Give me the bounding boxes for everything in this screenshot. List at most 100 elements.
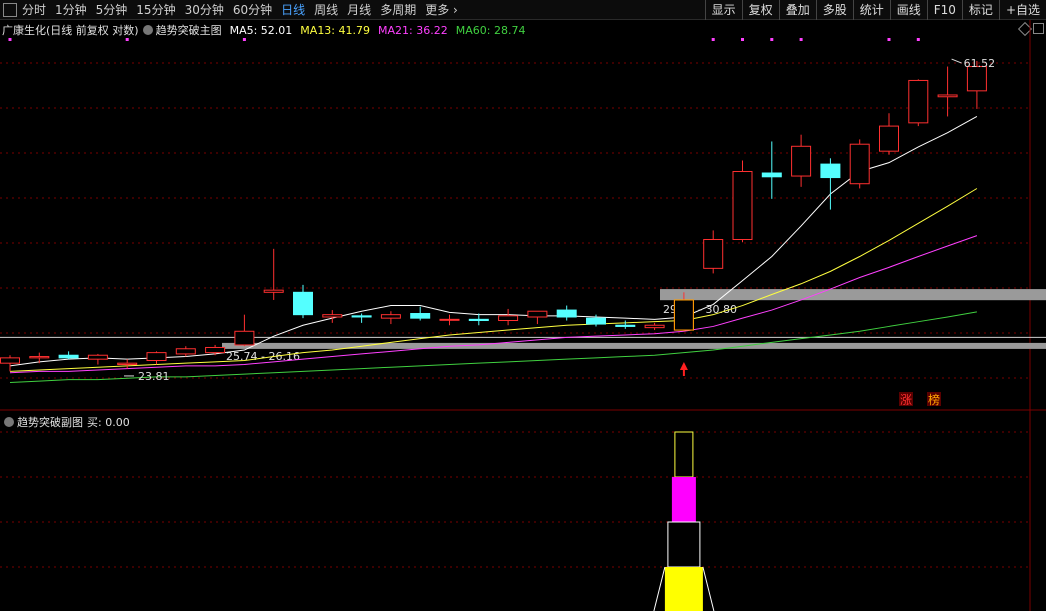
function-buttons: 显示 复权 叠加 多股 统计 画线 F10 标记 +自选 xyxy=(704,0,1046,20)
candle-body-5 xyxy=(146,352,167,362)
signal-dot-8 xyxy=(916,38,920,41)
candle-26 xyxy=(761,141,782,199)
candle-body-23 xyxy=(673,299,694,331)
resistance-zone xyxy=(660,289,1046,301)
period-tab-0[interactable]: 分时 xyxy=(22,0,46,20)
period-tab-8[interactable]: 月线 xyxy=(347,0,371,20)
high-marker-label: 61.52 xyxy=(964,57,996,70)
candle-body-19 xyxy=(556,309,577,318)
candle-24 xyxy=(703,230,724,274)
period-tabs: 分时 1分钟 5分钟 15分钟 30分钟 60分钟 日线 周线 月线 多周期 更多 › xyxy=(0,0,467,20)
candle-21 xyxy=(615,320,636,329)
ma5-line xyxy=(9,115,978,367)
period-tab-6[interactable]: 日线 xyxy=(281,0,305,20)
period-tab-10[interactable]: 更多 › xyxy=(425,0,458,20)
signal-dot-2 xyxy=(242,38,246,41)
candle-body-11 xyxy=(322,314,343,318)
sub-bar-white-outline xyxy=(667,521,701,568)
sub-bar-yellow xyxy=(664,567,703,611)
tag-upper: 榜 xyxy=(928,392,940,407)
candle-body-21 xyxy=(615,324,636,327)
period-tab-3[interactable]: 15分钟 xyxy=(136,0,175,20)
candle-8 xyxy=(234,314,255,347)
signal-dot-0 xyxy=(8,38,12,41)
candle-body-18 xyxy=(527,310,548,318)
sub-bar-left-diag xyxy=(653,566,666,611)
toolbar-button-5[interactable]: 画线 xyxy=(889,0,927,20)
candle-body-26 xyxy=(761,172,782,178)
period-tab-7[interactable]: 周线 xyxy=(314,0,338,20)
signal-dot-6 xyxy=(799,38,803,41)
candle-body-24 xyxy=(703,238,724,269)
candle-body-32 xyxy=(937,94,958,98)
signal-dot-5 xyxy=(770,38,774,41)
high-marker-line xyxy=(951,58,962,64)
period-tab-2[interactable]: 5分钟 xyxy=(96,0,128,20)
candle-body-7 xyxy=(205,346,226,354)
period-toolbar: 分时 1分钟 5分钟 15分钟 30分钟 60分钟 日线 周线 月线 多周期 更多 › 显示 复权 叠加… xyxy=(0,0,1046,20)
candle-18 xyxy=(527,310,548,325)
candle-6 xyxy=(175,346,196,357)
candle-body-28 xyxy=(820,163,841,179)
candle-14 xyxy=(410,306,431,321)
candle-12 xyxy=(351,313,372,323)
candle-body-22 xyxy=(644,324,665,329)
signal-dot-4 xyxy=(741,38,744,41)
candle-body-8 xyxy=(234,330,255,346)
kline-chart[interactable]: 29.78 - 30.8025.74 - 26.1623.8161.52涨榜 xyxy=(0,20,1046,611)
candle-2 xyxy=(58,351,79,360)
period-tab-9[interactable]: 多周期 xyxy=(380,0,416,20)
candle-0 xyxy=(0,355,20,372)
toolbar-button-7[interactable]: 标记 xyxy=(961,0,999,20)
tag-up: 涨 xyxy=(900,392,912,407)
candle-11 xyxy=(322,310,343,323)
candle-body-14 xyxy=(410,313,431,319)
candle-body-13 xyxy=(380,314,401,319)
candle-body-10 xyxy=(293,291,313,316)
candle-body-0 xyxy=(0,357,20,364)
candle-31 xyxy=(908,79,929,127)
candle-27 xyxy=(791,134,812,187)
candle-4 xyxy=(117,359,138,369)
signal-dot-3 xyxy=(711,38,715,41)
candle-body-1 xyxy=(29,356,50,359)
candle-32 xyxy=(937,66,958,117)
candle-body-25 xyxy=(732,171,753,240)
window-menu-icon[interactable] xyxy=(3,3,17,17)
sub-bar-magenta xyxy=(671,477,696,522)
candle-body-15 xyxy=(439,318,460,321)
candle-body-9 xyxy=(263,289,284,293)
toolbar-button-8[interactable]: +自选 xyxy=(998,0,1046,20)
candle-22 xyxy=(644,322,665,331)
candle-body-31 xyxy=(908,79,929,124)
candle-body-16 xyxy=(468,318,489,322)
sub-bar-right-diag xyxy=(702,566,715,611)
candle-body-6 xyxy=(175,348,196,355)
candle-body-12 xyxy=(351,315,372,318)
toolbar-button-6[interactable]: F10 xyxy=(926,0,962,20)
period-tab-1[interactable]: 1分钟 xyxy=(55,0,87,20)
signal-dot-1 xyxy=(125,38,129,41)
candle-16 xyxy=(468,313,489,326)
candle-body-4 xyxy=(117,362,138,366)
candle-30 xyxy=(879,113,899,155)
period-tab-4[interactable]: 30分钟 xyxy=(185,0,224,20)
candle-13 xyxy=(380,311,401,325)
candle-body-3 xyxy=(87,354,108,360)
candle-10 xyxy=(293,284,313,319)
candle-body-2 xyxy=(58,354,79,359)
toolbar-button-1[interactable]: 复权 xyxy=(741,0,779,20)
candle-body-27 xyxy=(791,145,812,177)
toolbar-button-0[interactable]: 显示 xyxy=(704,0,742,20)
candle-body-17 xyxy=(498,315,519,322)
candle-body-33 xyxy=(966,66,987,92)
toolbar-button-4[interactable]: 统计 xyxy=(852,0,890,20)
toolbar-button-3[interactable]: 多股 xyxy=(815,0,853,20)
period-tab-5[interactable]: 60分钟 xyxy=(233,0,272,20)
candle-body-29 xyxy=(849,143,870,185)
candle-body-20 xyxy=(586,317,606,325)
toolbar-button-2[interactable]: 叠加 xyxy=(778,0,816,20)
buy-arrow-icon xyxy=(679,362,688,370)
candle-5 xyxy=(146,351,167,365)
candle-9 xyxy=(263,248,284,300)
